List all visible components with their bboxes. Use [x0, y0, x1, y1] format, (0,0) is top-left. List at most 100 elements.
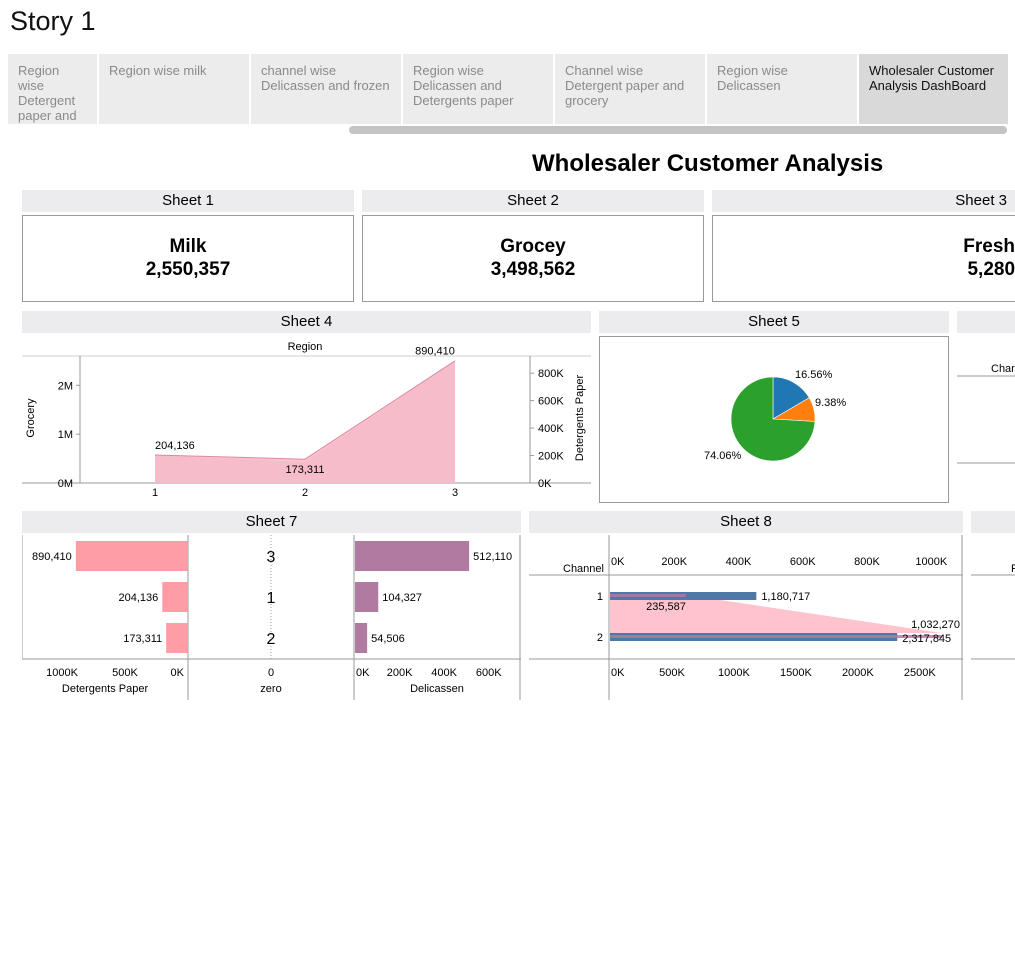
sheet7-right-value: 512,110 [473, 551, 512, 563]
kpi-milk-value: 2,550,357 [145, 259, 231, 280]
tab-region-delicassen[interactable]: Region wise Delicassen [707, 54, 857, 124]
sheet8-bottom-tick-label: 2500K [904, 667, 936, 679]
sheet4-data-label: 890,410 [415, 346, 455, 358]
sheet4-right-tick-label: 400K [538, 423, 564, 435]
sheet5-slice-label: 16.56% [795, 369, 833, 381]
tab-region-detergent-grocery[interactable]: Region wise Detergent paper and G.. [8, 54, 97, 124]
sheet1-header: Sheet 1 [22, 190, 354, 212]
sheet4-x-tick-label: 2 [302, 487, 308, 499]
sheet5-header: Sheet 5 [599, 311, 949, 333]
sheet7-center-tick: 0 [268, 667, 274, 679]
sheet8-bottom-tick-label: 0K [611, 667, 625, 679]
sheet8-bottom-tick-label: 500K [659, 667, 685, 679]
kpi-milk: Milk 2,550,357 [22, 215, 354, 302]
kpi-fresh-value: 5,280,131 [967, 259, 1015, 280]
sheet8-top-tick-label: 0K [611, 556, 625, 568]
sheet8-detergents-value: 235,587 [646, 601, 686, 613]
sheet8-bottom-tick-label: 2000K [842, 667, 874, 679]
story-title: Story 1 [10, 6, 96, 36]
sheet9-header [971, 511, 1015, 533]
sheet8-bar-detergents [610, 635, 942, 638]
sheet8-bottom-tick-label: 1500K [780, 667, 812, 679]
sheet8-top-tick-label: 600K [790, 556, 816, 568]
kpi-fresh-label: Fresh [963, 236, 1015, 257]
kpi-milk-label: Milk [169, 236, 207, 257]
sheet4-area-chart: Region 204,136 173,311 890,410 0M 1M 2M 0K 200K… [22, 341, 591, 499]
tab-region-delicassen-detergents[interactable]: Region wise Delicassen and Detergents pa… [403, 54, 553, 124]
sheet7-right-value: 54,506 [371, 633, 405, 645]
kpi-grocery: Grocey 3,498,562 [362, 215, 704, 302]
sheet4-x-tick-label: 3 [452, 487, 458, 499]
tab-channel-detergent-grocery[interactable]: Channel wise Detergent paper and grocery [555, 54, 705, 124]
sheet7-right-tick-label: 0K [356, 667, 370, 679]
sheet7-category-label: 2 [267, 631, 276, 648]
tab-dashboard[interactable]: Wholesaler Customer Analysis DashBoard [859, 54, 1008, 124]
dashboard-title: Wholesaler Customer Analysis [532, 150, 884, 177]
sheet4-x-tick-label: 1 [152, 487, 158, 499]
sheet7-left-tick-label: 1000K [46, 667, 78, 679]
sheet4-right-tick-label: 0K [538, 478, 552, 490]
sheet7-butterfly-chart: 890,410 204,136 173,311 512,110 104,327 54,50… [22, 535, 521, 700]
kpi-grocery-value: 3,498,562 [490, 259, 576, 280]
sheet8-top-tick-label: 400K [726, 556, 752, 568]
sheet8-bar-detergents [610, 594, 686, 597]
sheet7-right-bar [355, 541, 470, 571]
sheet7-left-bar [75, 541, 188, 571]
sheet4-right-tick-label: 800K [538, 368, 564, 380]
sheet6-partial: Char [957, 363, 1015, 464]
sheet8-category-label: 1 [597, 591, 603, 603]
sheet7-right-tick-label: 400K [431, 667, 457, 679]
sheet8-header: Sheet 8 [529, 511, 963, 533]
sheet7-left-axis-label: Detergents Paper [62, 683, 149, 695]
sheet7-category-label: 1 [267, 590, 276, 607]
sheet8-top-tick-label: 200K [661, 556, 687, 568]
sheet7-left-value: 173,311 [123, 633, 162, 645]
tab-channel-delicassen-frozen[interactable]: channel wise Delicassen and frozen [251, 54, 401, 124]
sheet7-right-value: 104,327 [382, 592, 422, 604]
sheet4-left-axis-label: Grocery [25, 398, 37, 438]
sheet2-header: Sheet 2 [362, 190, 704, 212]
sheet7-right-tick-label: 200K [387, 667, 413, 679]
sheet8-top-tick-label: 800K [854, 556, 880, 568]
sheet9-axis-label: R [1011, 563, 1015, 575]
sheet8-detergents-value: 1,032,270 [911, 619, 960, 631]
sheet8-grocery-value: 1,180,717 [761, 591, 810, 603]
sheet8-grocery-value: 2,317,845 [902, 633, 951, 645]
sheet4-left-tick-label: 1M [58, 429, 73, 441]
sheet9-partial: R [971, 563, 1015, 660]
sheet4-right-axis-label: Detergents Paper [574, 375, 586, 462]
sheet7-right-tick-label: 600K [476, 667, 502, 679]
sheet6-header [957, 311, 1015, 333]
sheet6-axis-label: Char [991, 363, 1015, 375]
sheet7-center-axis-label: zero [260, 683, 281, 695]
sheet7-left-tick-label: 500K [112, 667, 138, 679]
sheet4-left-tick-label: 2M [58, 380, 73, 392]
sheet5-slice-label: 74.06% [704, 450, 742, 462]
sheet4-axis-title: Region [288, 341, 323, 353]
sheet8-category-label: 2 [597, 632, 603, 644]
sheet7-left-value: 890,410 [32, 551, 72, 563]
sheet8-dual-bar-chart: Channel 1,180,717 2,317,845 235,587 1,032,2… [529, 535, 963, 700]
sheet8-row-label: Channel [563, 563, 604, 575]
sheet7-right-axis-label: Delicassen [410, 683, 464, 695]
tab-scrollbar[interactable] [349, 126, 1007, 134]
sheet7-header: Sheet 7 [22, 511, 521, 533]
sheet8-top-tick-label: 1000K [915, 556, 947, 568]
sheet7-right-bar [355, 582, 379, 612]
sheet7-left-bar [162, 582, 188, 612]
sheet5-slice-label: 9.38% [815, 397, 846, 409]
sheet3-header: Sheet 3 [712, 190, 1015, 212]
sheet4-right-tick-label: 600K [538, 396, 564, 408]
sheet7-left-tick-label: 0K [171, 667, 185, 679]
sheet4-right-tick-label: 200K [538, 451, 564, 463]
kpi-grocery-label: Grocey [500, 236, 566, 257]
tab-region-milk[interactable]: Region wise milk [99, 54, 249, 124]
sheet5-pie-chart: 16.56% 9.38% 74.06% [704, 369, 846, 462]
sheet7-left-value: 204,136 [119, 592, 159, 604]
sheet4-data-label: 173,311 [286, 464, 325, 476]
sheet4-data-label: 204,136 [155, 440, 195, 452]
sheet7-left-bar [166, 623, 188, 653]
sheet4-header: Sheet 4 [22, 311, 591, 333]
kpi-fresh: Fresh 5,280,131 [712, 215, 1015, 302]
sheet7-right-bar [355, 623, 368, 653]
